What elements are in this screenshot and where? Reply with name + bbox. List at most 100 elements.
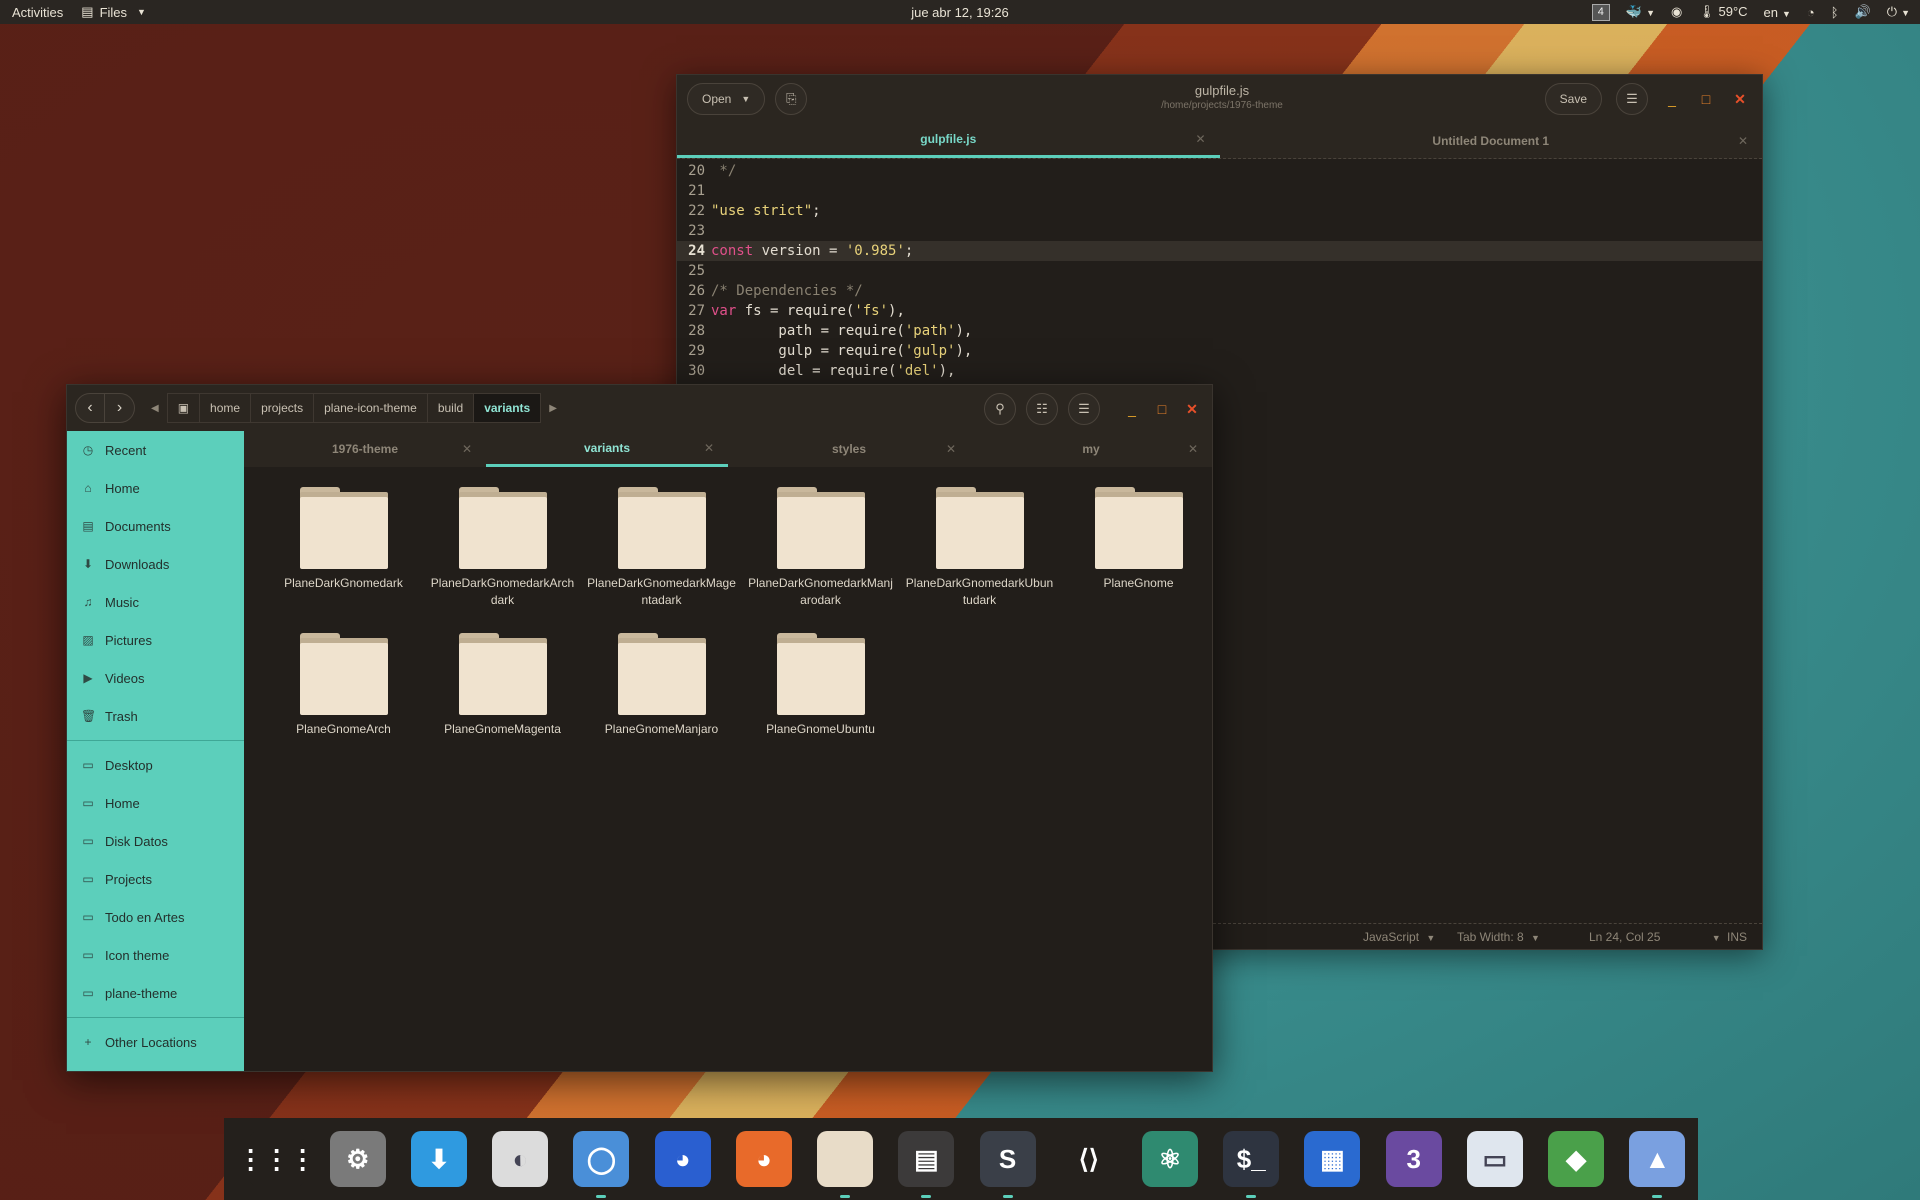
code-line[interactable]: 27 var fs = require('fs'), <box>677 301 1762 321</box>
tab-untitled[interactable]: Untitled Document 1 ✕ <box>1220 123 1763 158</box>
dock-image-viewer[interactable]: ▲ <box>1617 1118 1698 1200</box>
minimize-button[interactable]: _ <box>1662 89 1682 109</box>
tab-my[interactable]: my ✕ <box>970 431 1212 467</box>
code-line[interactable]: 25 <box>677 261 1762 281</box>
minimize-button[interactable]: _ <box>1122 399 1142 419</box>
view-toggle-button[interactable]: ☷ <box>1026 393 1058 425</box>
breadcrumb-projects[interactable]: projects <box>251 393 315 423</box>
bookmark-disk-datos[interactable]: ▭ Disk Datos <box>67 822 244 860</box>
bookmark-projects[interactable]: ▭ Projects <box>67 860 244 898</box>
close-tab-icon[interactable]: ✕ <box>1188 442 1198 456</box>
sidebar-item-pictures[interactable]: ▨ Pictures <box>67 621 244 659</box>
dock-chromium[interactable]: ◯ <box>561 1118 642 1200</box>
power-icon[interactable]: ⏻ ▼ <box>1887 4 1910 20</box>
forward-button[interactable]: › <box>105 393 135 423</box>
breadcrumb-variants[interactable]: variants <box>474 393 542 423</box>
code-line[interactable]: 26 /* Dependencies */ <box>677 281 1762 301</box>
folder-item[interactable]: PlaneDarkGnomedarkMagentadark <box>582 487 741 633</box>
dock-files[interactable] <box>805 1118 886 1200</box>
close-tab-icon[interactable]: ✕ <box>1738 134 1748 148</box>
dock-firefox[interactable]: ◕ <box>723 1118 804 1200</box>
bluetooth-icon[interactable]: ᛒ <box>1831 5 1839 20</box>
folder-item[interactable]: PlaneGnomeManjaro <box>582 633 741 779</box>
dock-terminal[interactable]: $_ <box>1211 1118 1292 1200</box>
hamburger-menu-button[interactable]: ☰ <box>1616 83 1648 115</box>
folder-item[interactable]: PlaneGnomeMagenta <box>423 633 582 779</box>
code-line[interactable]: 20 */ <box>677 161 1762 181</box>
close-button[interactable]: ✕ <box>1730 89 1750 109</box>
folder-item[interactable]: PlaneGnomeUbuntu <box>741 633 900 779</box>
tab-variants[interactable]: variants ✕ <box>486 431 728 467</box>
activities-button[interactable]: Activities <box>12 5 63 20</box>
close-tab-icon[interactable]: ✕ <box>704 441 714 455</box>
dock-show-apps[interactable]: ⋮⋮⋮ <box>236 1118 317 1200</box>
dock-glade[interactable]: ▭ <box>1454 1118 1535 1200</box>
sidebar-item-home[interactable]: ⌂ Home <box>67 469 244 507</box>
bookmark-plane-theme[interactable]: ▭ plane-theme <box>67 974 244 1012</box>
code-line[interactable]: 22 "use strict"; <box>677 201 1762 221</box>
language-selector[interactable]: JavaScript ▼ <box>1363 930 1435 944</box>
app-menu[interactable]: ▤ Files ▼ <box>81 4 146 20</box>
folder-item[interactable]: PlaneDarkGnomedarkManjarodark <box>741 487 900 633</box>
back-button[interactable]: ‹ <box>75 393 105 423</box>
dock-screenshot[interactable]: ▦ <box>1292 1118 1373 1200</box>
hamburger-menu-button[interactable]: ☰ <box>1068 393 1100 425</box>
bookmark-home[interactable]: ▭ Home <box>67 784 244 822</box>
folder-item[interactable]: PlaneDarkGnomedarkUbuntudark <box>900 487 1059 633</box>
sidebar-item-other-locations[interactable]: + Other Locations <box>67 1023 244 1061</box>
folder-item[interactable]: PlaneDarkGnomedarkArchdark <box>423 487 582 633</box>
search-button[interactable]: ⚲ <box>984 393 1016 425</box>
volume-icon[interactable]: 🔊 <box>1855 4 1871 20</box>
cursor-position[interactable]: Ln 24, Col 25 ▼ <box>1589 930 1721 944</box>
workspace-indicator[interactable]: 4 <box>1591 3 1610 21</box>
code-line[interactable]: 29 gulp = require('gulp'), <box>677 341 1762 361</box>
sidebar-item-documents[interactable]: ▤ Documents <box>67 507 244 545</box>
dock-settings[interactable]: ⚙ <box>317 1118 398 1200</box>
close-tab-icon[interactable]: ✕ <box>1195 132 1205 146</box>
maximize-button[interactable]: □ <box>1696 89 1716 109</box>
folder-item[interactable]: PlaneDarkGnomedark <box>264 487 423 633</box>
breadcrumb-plane-icon-theme[interactable]: plane-icon-theme <box>314 393 428 423</box>
tab-styles[interactable]: styles ✕ <box>728 431 970 467</box>
sidebar-item-downloads[interactable]: ⬇ Downloads <box>67 545 244 583</box>
save-button[interactable]: Save <box>1544 83 1602 115</box>
language-indicator[interactable]: en ▼ <box>1764 5 1791 20</box>
open-button[interactable]: Open ▼ <box>687 83 766 115</box>
tab-width-selector[interactable]: Tab Width: 8 ▼ <box>1457 930 1540 944</box>
bookmark-icon-theme[interactable]: ▭ Icon theme <box>67 936 244 974</box>
breadcrumb-root[interactable]: ▣ <box>166 393 201 423</box>
dock-downloader[interactable]: ⬇ <box>398 1118 479 1200</box>
code-line[interactable]: 30 del = require('del'), <box>677 361 1762 381</box>
close-button[interactable]: ✕ <box>1182 399 1202 419</box>
dock-archive[interactable]: ▤ <box>886 1118 967 1200</box>
code-line[interactable]: 21 <box>677 181 1762 201</box>
tab-1976-theme[interactable]: 1976-theme ✕ <box>244 431 486 467</box>
bookmark-desktop[interactable]: ▭ Desktop <box>67 746 244 784</box>
code-line[interactable]: 28 path = require('path'), <box>677 321 1762 341</box>
breadcrumb-scroll-right[interactable]: ▶ <box>541 393 565 423</box>
sidebar-item-recent[interactable]: ◷ Recent <box>67 431 244 469</box>
folder-item[interactable]: PlaneGnome <box>1059 487 1218 633</box>
breadcrumb-scroll-left[interactable]: ◀ <box>143 393 167 423</box>
breadcrumb-home[interactable]: home <box>200 393 252 423</box>
sidebar-item-videos[interactable]: ▶ Videos <box>67 659 244 697</box>
folder-item[interactable]: PlaneGnomeArch <box>264 633 423 779</box>
close-tab-icon[interactable]: ✕ <box>946 442 956 456</box>
tab-gulpfile[interactable]: gulpfile.js ✕ <box>677 123 1220 158</box>
dock-atom[interactable]: ⚛ <box>1129 1118 1210 1200</box>
dock-sublime[interactable]: S <box>967 1118 1048 1200</box>
close-tab-icon[interactable]: ✕ <box>462 442 472 456</box>
temperature-indicator[interactable]: 🌡 59°C <box>1698 4 1747 20</box>
camera-icon[interactable]: ◉ <box>1671 4 1682 20</box>
bookmark-todo-en-artes[interactable]: ▭ Todo en Artes <box>67 898 244 936</box>
sidebar-item-music[interactable]: ♫ Music <box>67 583 244 621</box>
code-line-current[interactable]: 24 const version = '0.985'; <box>677 241 1762 261</box>
dock-gtk-3[interactable]: 3 <box>1373 1118 1454 1200</box>
breadcrumb-build[interactable]: build <box>427 393 475 423</box>
maximize-button[interactable]: □ <box>1152 399 1172 419</box>
code-line[interactable]: 23 <box>677 221 1762 241</box>
sidebar-item-trash[interactable]: 🗑 Trash <box>67 697 244 735</box>
dock-cube[interactable]: ◆ <box>1536 1118 1617 1200</box>
wifi-icon[interactable]: ◔ <box>1807 5 1815 20</box>
docker-icon[interactable]: 🐳 ▼ <box>1626 4 1655 20</box>
